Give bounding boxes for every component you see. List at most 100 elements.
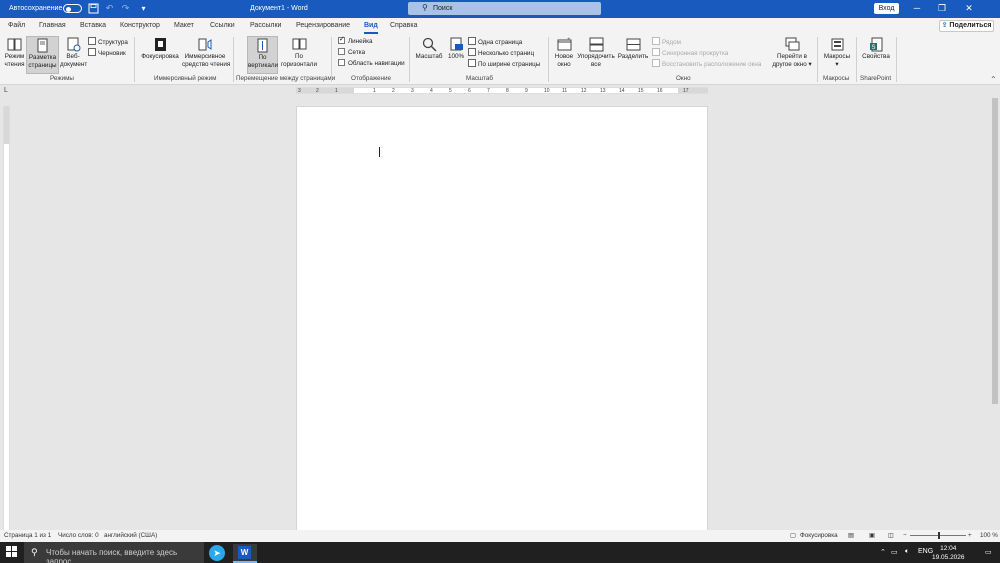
tab-insert[interactable]: Вставка <box>80 22 106 29</box>
text-cursor <box>379 147 380 157</box>
minimize-icon[interactable]: ─ <box>910 2 924 15</box>
tab-references[interactable]: Ссылки <box>210 22 235 29</box>
vertical-scrollbar[interactable] <box>991 96 999 530</box>
sync-scroll-button[interactable]: Синхронная прокрутка <box>652 48 728 58</box>
undo-icon[interactable]: ↶ <box>104 3 115 14</box>
multiple-pages-button[interactable]: Несколько страниц <box>468 48 534 58</box>
tray-overflow-icon[interactable]: ⌃ <box>880 548 886 556</box>
side-to-side-button[interactable]: По горизонтали <box>281 36 317 74</box>
tab-view[interactable]: Вид <box>364 22 378 34</box>
vertical-icon <box>257 38 268 53</box>
focus-button[interactable]: Фокусировка <box>140 36 180 74</box>
zoom-button[interactable]: Масштаб <box>413 36 445 74</box>
switch-windows-button[interactable]: Перейти в другое окно ▾ <box>769 36 815 74</box>
web-layout-status-icon[interactable]: ◫ <box>888 532 894 539</box>
page-width-label: По ширине страницы <box>478 61 541 68</box>
group-divider <box>233 37 234 82</box>
zoom-slider-thumb[interactable] <box>938 532 940 539</box>
read-mode-button[interactable]: Режим чтения <box>3 36 26 74</box>
web-layout-button[interactable]: Веб- документ <box>60 36 87 74</box>
autosave-label: Автосохранение <box>9 5 63 12</box>
share-button[interactable]: ⇪ Поделиться <box>939 20 994 32</box>
vertical-button[interactable]: По вертикали <box>247 36 278 74</box>
immersive-reader-icon <box>198 38 211 51</box>
read-mode-icon <box>7 38 22 51</box>
save-icon[interactable] <box>88 3 99 14</box>
tab-layout[interactable]: Макет <box>174 22 194 29</box>
arrange-all-button[interactable]: Упорядочить все <box>576 36 616 74</box>
zoom-level[interactable]: 100 % <box>980 532 998 539</box>
focus-icon <box>154 38 166 51</box>
network-icon[interactable]: ▭ <box>891 548 898 556</box>
tab-file[interactable]: Файл <box>8 22 25 29</box>
one-page-button[interactable]: Одна страница <box>468 37 522 47</box>
clock-date: 19.05.2026 <box>932 554 965 561</box>
show-group-label: Отображение <box>351 75 392 82</box>
zoom-100-icon <box>450 37 463 51</box>
ruler-checkbox[interactable]: Линейка <box>338 35 373 47</box>
tab-mailings[interactable]: Рассылки <box>250 22 281 29</box>
maximize-icon[interactable]: ❐ <box>935 2 949 15</box>
reset-position-button[interactable]: Восстановить расположение окна <box>652 59 761 69</box>
outline-button[interactable]: Структура <box>88 37 128 47</box>
redo-icon[interactable]: ↷ <box>120 3 131 14</box>
svg-text:S: S <box>871 45 875 51</box>
tab-help[interactable]: Справка <box>390 22 417 29</box>
taskbar-search-placeholder: Чтобы начать поиск, введите здесь запрос <box>46 548 178 563</box>
close-icon[interactable]: ✕ <box>962 2 976 15</box>
search-icon: ⚲ <box>31 547 38 557</box>
taskbar-search[interactable]: ⚲ Чтобы начать поиск, введите здесь запр… <box>24 542 204 563</box>
vertical-ruler[interactable] <box>3 106 10 530</box>
group-divider <box>817 37 818 82</box>
page-count[interactable]: Страница 1 из 1 <box>4 532 51 539</box>
ruler-tick-label: 11 <box>562 88 568 94</box>
side-by-side-button[interactable]: Рядом <box>652 37 681 47</box>
tray-language[interactable]: ENG <box>918 548 933 555</box>
volume-icon[interactable]: 🔈︎ <box>905 548 909 556</box>
outline-icon <box>88 37 96 45</box>
nav-pane-checkbox[interactable]: Область навигации <box>338 59 405 69</box>
tab-design[interactable]: Конструктор <box>120 22 160 29</box>
title-bar: Автосохранение ↶ ↷ ▾ Документ1 - Word ⚲ … <box>0 0 1000 18</box>
print-layout-icon <box>37 38 48 53</box>
focus-status-icon[interactable]: ▢ <box>790 532 796 539</box>
ruler-check-icon <box>338 35 345 45</box>
word-taskbar-button[interactable]: W <box>233 544 257 563</box>
print-layout-button[interactable]: Разметка страницы <box>26 36 59 74</box>
customize-icon[interactable]: ▾ <box>138 3 149 14</box>
properties-button[interactable]: S Свойства <box>859 36 893 74</box>
immersive-reader-button[interactable]: Иммерсивное средство чтения <box>182 36 230 74</box>
print-layout-status-icon[interactable]: ▣ <box>869 532 875 539</box>
sync-scroll-label: Синхронная прокрутка <box>662 50 729 57</box>
page-width-button[interactable]: По ширине страницы <box>468 59 540 69</box>
focus-status[interactable]: Фокусировка <box>800 532 838 539</box>
document-page[interactable] <box>296 106 708 532</box>
tab-home[interactable]: Главная <box>39 22 66 29</box>
language-status[interactable]: английский (США) <box>104 532 157 539</box>
tab-selector[interactable]: L <box>4 87 8 94</box>
ruler-tick-label: 14 <box>619 88 625 94</box>
word-count[interactable]: Число слов: 0 <box>58 532 99 539</box>
zoom-100-button[interactable]: 100% <box>446 36 466 74</box>
gridlines-checkbox[interactable]: Сетка <box>338 48 365 58</box>
clock[interactable]: 12:04 19.05.2026 <box>932 544 965 562</box>
windows-start-icon[interactable] <box>6 546 18 558</box>
collapse-ribbon-icon[interactable]: ⌃ <box>990 75 997 84</box>
telegram-icon[interactable]: ➤ <box>209 545 225 561</box>
zoom-in-icon[interactable]: + <box>968 532 972 539</box>
zoom-out-icon[interactable]: − <box>903 532 907 539</box>
macros-button[interactable]: Макросы ▾ <box>820 36 854 74</box>
notifications-icon[interactable]: ▭ <box>985 548 992 556</box>
split-button[interactable]: Разделить <box>617 36 649 74</box>
ruler-tick-label: 3 <box>411 88 414 94</box>
split-label: Разделить <box>617 53 649 60</box>
signin-button[interactable]: Вход <box>874 3 899 14</box>
horizontal-ruler[interactable]: 3 2 1 1 2 3 4 5 6 7 8 9 10 11 12 13 14 1… <box>296 87 708 94</box>
draft-button[interactable]: Черновик <box>88 48 126 58</box>
tab-review[interactable]: Рецензирование <box>296 22 350 29</box>
scrollbar-thumb[interactable] <box>992 98 998 404</box>
new-window-button[interactable]: + Новое окно <box>552 36 576 74</box>
autosave-toggle[interactable] <box>63 4 82 13</box>
search-box[interactable]: ⚲ Поиск <box>408 2 601 15</box>
read-mode-status-icon[interactable]: ▤ <box>848 532 854 539</box>
